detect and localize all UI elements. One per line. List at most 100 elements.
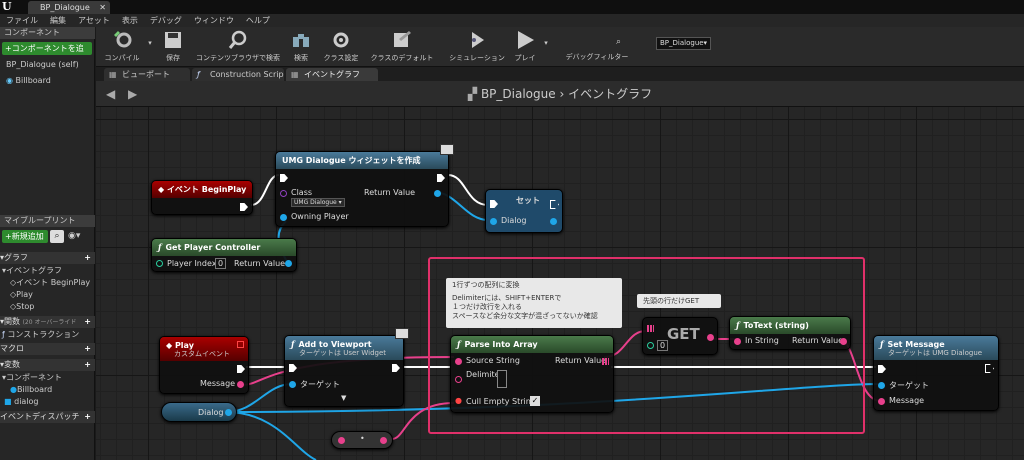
- player-index-pin[interactable]: [156, 260, 163, 267]
- component-root[interactable]: BP_Dialogue (self): [0, 59, 95, 71]
- item-comp-category[interactable]: ▾コンポーネント: [0, 372, 95, 384]
- component-billboard[interactable]: ◉ Billboard: [0, 75, 95, 87]
- debug-search-icon[interactable]: ⌕: [616, 37, 621, 47]
- node-set-dialog[interactable]: セット Dialog: [485, 189, 563, 233]
- add-macro-icon[interactable]: +: [84, 343, 91, 355]
- source-string-pin[interactable]: [455, 358, 462, 365]
- owning-player-pin[interactable]: [280, 214, 287, 221]
- node-totext[interactable]: ƒ ToText (string) In String Return Value: [729, 316, 851, 350]
- item-var-dialog[interactable]: ■ dialog: [0, 396, 95, 408]
- node-get-player-controller[interactable]: ƒ Get Player Controller Player Index 0 Re…: [151, 238, 297, 272]
- search-icon[interactable]: ⌕: [50, 230, 64, 243]
- node-reroute[interactable]: •: [331, 431, 393, 449]
- delegate-pin-icon[interactable]: [237, 341, 244, 348]
- message-out-pin[interactable]: [237, 381, 244, 388]
- add-graph-icon[interactable]: +: [84, 252, 91, 264]
- array-in-pin[interactable]: [647, 325, 654, 332]
- target-pin[interactable]: [878, 382, 885, 389]
- dialog-pin[interactable]: [490, 218, 497, 225]
- cull-pin[interactable]: ●: [455, 396, 462, 405]
- category-variables[interactable]: ▾変数 +: [0, 359, 95, 371]
- node-add-to-viewport[interactable]: ƒ Add to Viewport ターゲットは User Widget ターゲット…: [284, 328, 409, 407]
- simulation-button[interactable]: シミュレーション: [442, 29, 512, 65]
- category-functions[interactable]: ▾関数 (20 オーバーライド +: [0, 316, 95, 328]
- node-dialog-variable[interactable]: Dialog: [161, 402, 237, 422]
- add-new-button[interactable]: +新規追加: [2, 230, 48, 243]
- return-value-pin[interactable]: [840, 338, 847, 345]
- node-play-custom-event[interactable]: ◆ Play カスタムイベント Message: [159, 336, 249, 394]
- array-out-pin[interactable]: [602, 358, 609, 365]
- in-string-pin[interactable]: [734, 338, 741, 345]
- node-parse-into-array[interactable]: ƒ Parse Into Array Source String Return V…: [450, 335, 614, 413]
- exec-out-pin[interactable]: [985, 364, 994, 373]
- dialog-out-pin[interactable]: [225, 409, 232, 416]
- exec-out-pin[interactable]: [237, 365, 245, 373]
- menu-help[interactable]: ヘルプ: [240, 14, 276, 27]
- item-ev-beginplay[interactable]: ◇イベント BeginPlay: [0, 277, 95, 289]
- class-select[interactable]: UMG Dialogue ▾: [291, 198, 345, 207]
- exec-in-pin[interactable]: [280, 174, 288, 182]
- menu-debug[interactable]: デバッグ: [144, 14, 188, 27]
- node-event-beginplay[interactable]: ◆ イベント BeginPlay: [151, 180, 253, 215]
- category-graph[interactable]: ▾グラフ +: [0, 252, 95, 264]
- target-pin[interactable]: [289, 381, 296, 388]
- comment-get[interactable]: 先頭の行だけGET: [637, 294, 721, 308]
- message-pin[interactable]: [878, 398, 885, 405]
- add-function-icon[interactable]: +: [84, 316, 91, 328]
- delimiter-pin[interactable]: [455, 376, 462, 383]
- reroute-out-pin[interactable]: [380, 437, 387, 444]
- tab-construction[interactable]: ƒ Construction Scrip: [192, 68, 284, 81]
- close-tab-icon[interactable]: ✕: [99, 1, 106, 14]
- item-stop[interactable]: ◇Stop: [0, 301, 95, 313]
- add-variable-icon[interactable]: +: [84, 359, 91, 371]
- menu-asset[interactable]: アセット: [72, 14, 116, 27]
- content-browser-search-button[interactable]: コンテンツブラウザで検索: [192, 29, 284, 65]
- index-pin[interactable]: [647, 342, 654, 349]
- tab-viewport[interactable]: ▦ ビューポート: [104, 68, 190, 81]
- exec-out-pin[interactable]: [550, 200, 559, 209]
- item-eventgraph[interactable]: ▾イベントグラフ: [0, 265, 95, 277]
- dialog-out-pin[interactable]: [550, 218, 557, 225]
- item-var-billboard[interactable]: ●Billboard: [0, 384, 95, 396]
- class-pin[interactable]: [280, 190, 287, 197]
- menu-window[interactable]: ウィンドウ: [188, 14, 240, 27]
- compile-button[interactable]: コンパイル: [100, 29, 144, 65]
- find-button[interactable]: 検索: [288, 29, 314, 65]
- node-get[interactable]: GET 0: [642, 317, 718, 355]
- tab-eventgraph[interactable]: ▦ イベントグラフ: [286, 68, 378, 81]
- add-dispatcher-icon[interactable]: +: [84, 411, 91, 423]
- debug-object-select[interactable]: BP_Dialogue▾: [656, 37, 711, 50]
- exec-in-pin[interactable]: [878, 365, 886, 373]
- document-tab[interactable]: BP_Dialogue ✕: [28, 1, 110, 14]
- add-component-button[interactable]: +コンポーネントを追: [2, 42, 92, 55]
- exec-out-pin[interactable]: [437, 174, 445, 182]
- delimiter-input[interactable]: [497, 370, 507, 388]
- item-play[interactable]: ◇Play: [0, 289, 95, 301]
- get-out-pin[interactable]: [707, 334, 714, 341]
- play-button[interactable]: プレイ: [512, 29, 538, 65]
- visibility-eye-icon[interactable]: ◉▾: [68, 230, 88, 243]
- exec-out-pin[interactable]: [240, 203, 248, 211]
- comment-parse[interactable]: 1行ずつの配列に変換 Delimiterには、SHIFT+ENTERで １つだけ…: [446, 278, 622, 328]
- class-defaults-button[interactable]: クラスのデフォルト: [366, 29, 438, 65]
- index-input[interactable]: 0: [657, 340, 669, 351]
- event-graph-canvas[interactable]: ◀ ▶ ▞ BP_Dialogue › イベントグラフ ◆ イベント Begin…: [96, 81, 1024, 460]
- node-create-widget[interactable]: UMG Dialogue ウィジェットを作成 Class UMG Dialogu…: [275, 144, 454, 227]
- cull-checkbox[interactable]: ✓: [530, 396, 540, 406]
- return-value-pin[interactable]: [434, 190, 441, 197]
- reroute-in-pin[interactable]: [338, 437, 345, 444]
- menu-file[interactable]: ファイル: [0, 14, 44, 27]
- return-value-pin[interactable]: [285, 260, 292, 267]
- exec-out-pin[interactable]: [392, 364, 400, 372]
- menu-edit[interactable]: 編集: [44, 14, 72, 27]
- category-macro[interactable]: マクロ +: [0, 343, 95, 355]
- category-dispatchers[interactable]: イベントディスパッチ +: [0, 411, 95, 423]
- node-set-message[interactable]: ƒ Set Message ターゲットは UMG Dialogue ターゲット Me…: [873, 335, 999, 411]
- expand-arrow-icon[interactable]: ▼: [341, 394, 346, 402]
- player-index-input[interactable]: 0: [215, 258, 227, 269]
- save-button[interactable]: 保存: [158, 29, 188, 65]
- exec-in-pin[interactable]: [289, 364, 297, 372]
- menu-view[interactable]: 表示: [116, 14, 144, 27]
- exec-in-pin[interactable]: [490, 200, 498, 208]
- class-settings-button[interactable]: クラス設定: [320, 29, 362, 65]
